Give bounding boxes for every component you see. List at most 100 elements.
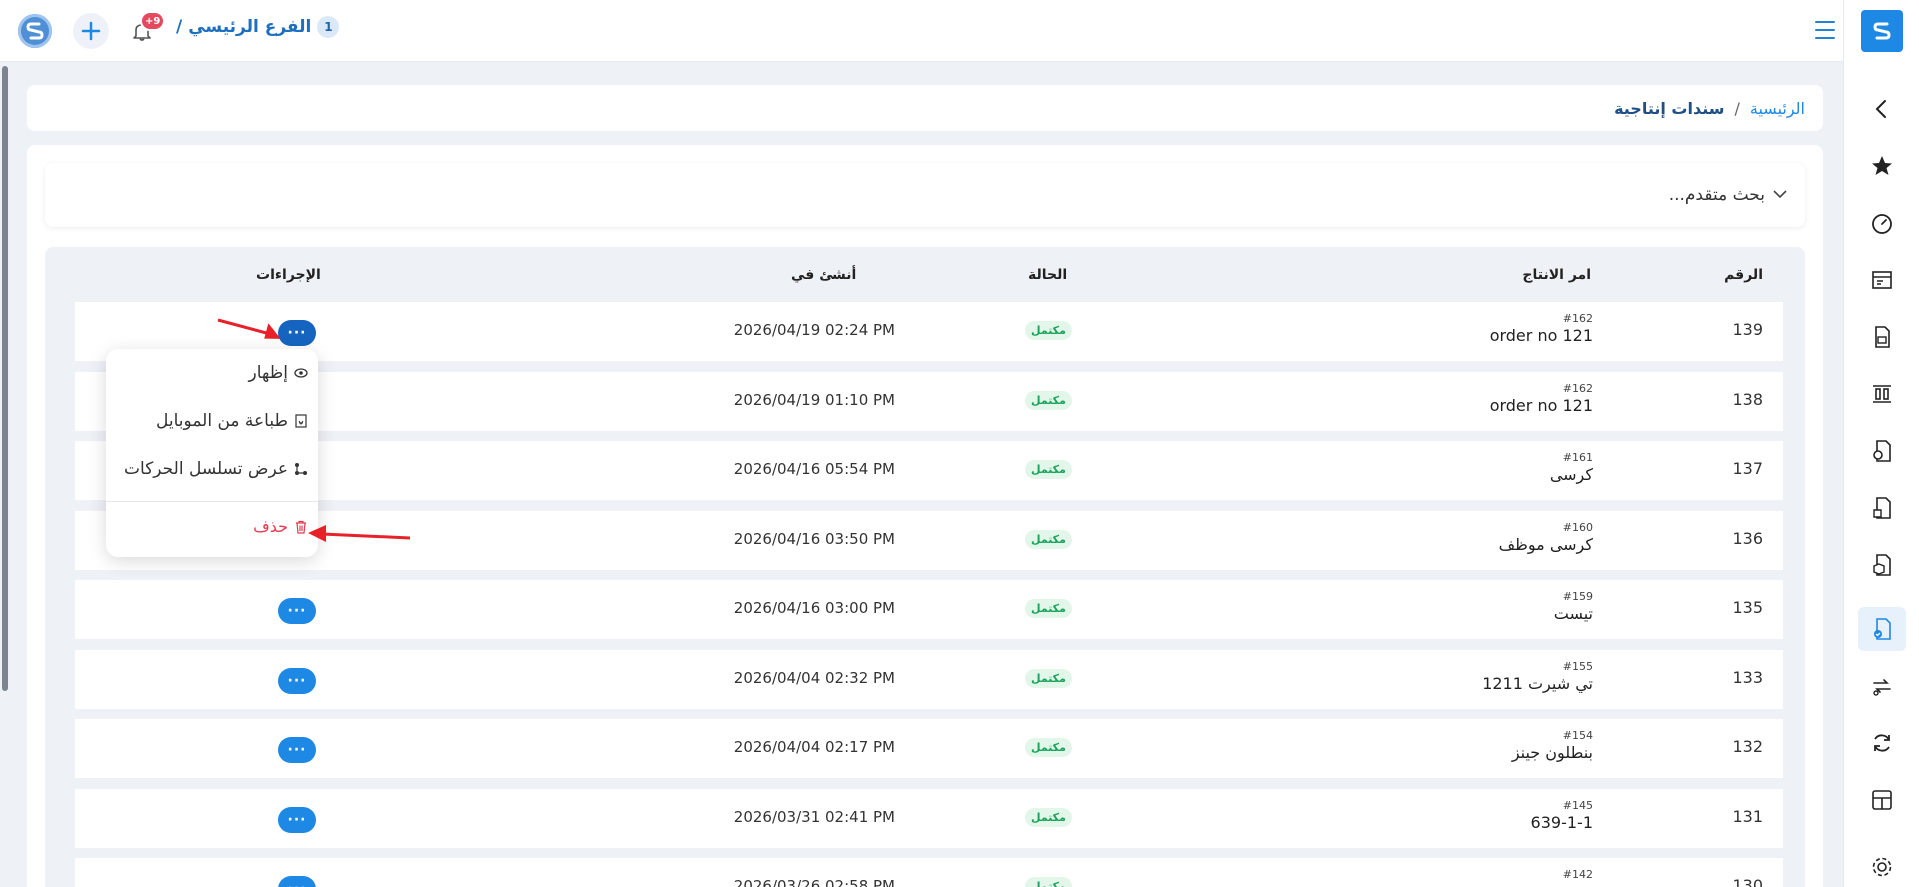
production-vouchers-icon[interactable] xyxy=(1858,607,1906,651)
table-row: 130 #142 مكتمل 2026/03/26 02:58 PM ··· xyxy=(75,858,1783,887)
advanced-search-toggle[interactable]: بحث متقدم... xyxy=(45,163,1805,227)
row-order[interactable]: #155 تي شيرت 1211 xyxy=(1482,660,1593,693)
menu-delete-label: حذف xyxy=(253,517,288,536)
menu-sequence-label: عرض تسلسل الحركات xyxy=(124,459,288,479)
row-created-date: 2026/03/26 02:58 PM xyxy=(733,877,895,887)
row-actions-button[interactable]: ··· xyxy=(278,876,316,887)
row-actions-button[interactable]: ··· xyxy=(278,806,316,833)
header-status: الحالة xyxy=(1028,267,1068,283)
row-created-date: 2026/04/16 05:54 PM xyxy=(733,460,895,478)
document-box-icon[interactable] xyxy=(1858,543,1906,587)
row-order-name: بنطلون جينز xyxy=(1511,743,1593,762)
branch-selector[interactable]: 1 الفرع الرئيسي / xyxy=(176,16,340,38)
row-id: 138 xyxy=(1732,389,1763,409)
table-row: 131 #145 639-1-1 مكتمل 2026/03/31 02:41 PM ··… xyxy=(75,788,1783,848)
page-scrollbar[interactable] xyxy=(2,66,8,691)
row-id: 137 xyxy=(1732,459,1763,478)
row-created-date: 2026/03/31 02:41 PM xyxy=(733,807,895,826)
status-badge: مكتمل xyxy=(1025,738,1072,757)
invoice-icon[interactable] xyxy=(1858,315,1906,359)
row-created-date: 2026/04/04 02:32 PM xyxy=(733,668,895,687)
row-order-name: order no 121 xyxy=(1489,395,1593,415)
rail-logo-icon[interactable] xyxy=(1861,10,1903,52)
status-badge: مكتمل xyxy=(1025,321,1072,340)
row-order-name: تي شيرت 1211 xyxy=(1482,673,1593,693)
layout-grid-icon[interactable] xyxy=(1858,778,1906,822)
header-order: امر الانتاج xyxy=(1522,267,1591,283)
row-actions-button[interactable]: ··· xyxy=(278,598,316,624)
settings-gear-icon[interactable] xyxy=(1858,845,1906,887)
row-id: 133 xyxy=(1732,667,1763,687)
dashboard-gauge-icon[interactable] xyxy=(1858,201,1906,245)
sidebar-rail xyxy=(1843,0,1919,887)
branch-name: الفرع الرئيسي xyxy=(188,17,312,37)
row-order-number: #154 xyxy=(1562,729,1593,742)
row-created-date: 2026/04/19 01:10 PM xyxy=(733,390,895,409)
status-badge: مكتمل xyxy=(1025,460,1072,479)
branch-separator: / xyxy=(176,17,183,37)
sync-icon[interactable] xyxy=(1858,721,1906,765)
row-order[interactable]: #160 كرسى موظف xyxy=(1499,521,1593,554)
status-badge: مكتمل xyxy=(1025,668,1072,688)
production-vouchers-table: الرقم امر الانتاج الحالة أنشئ في الإجراء… xyxy=(45,247,1805,887)
menu-divider xyxy=(106,501,318,502)
row-id: 139 xyxy=(1732,320,1763,339)
row-order-number: #155 xyxy=(1562,659,1593,673)
row-actions-button[interactable]: ··· xyxy=(278,667,316,694)
menu-sequence[interactable]: عرض تسلسل الحركات xyxy=(124,459,308,479)
add-button[interactable] xyxy=(73,13,109,49)
menu-show[interactable]: إظهار xyxy=(249,363,308,383)
flow-icon xyxy=(295,463,307,475)
row-order[interactable]: #142 xyxy=(1563,868,1593,882)
annotation-arrow-actions xyxy=(217,318,281,339)
row-order-number: #142 xyxy=(1562,868,1593,881)
row-created-date: 2026/04/19 02:24 PM xyxy=(733,321,895,339)
table-row: 139 #162 order no 121 مكتمل 2026/04/19 02:24… xyxy=(75,302,1783,361)
row-order[interactable]: #145 639-1-1 xyxy=(1531,799,1593,832)
transfer-icon[interactable] xyxy=(1858,664,1906,708)
header-actions: الإجراءات xyxy=(256,267,321,283)
collapse-chevron-icon[interactable] xyxy=(1858,87,1906,131)
header-created: أنشئ في xyxy=(791,267,857,283)
eye-icon xyxy=(294,368,308,378)
row-created-date: 2026/04/04 02:17 PM xyxy=(733,738,895,756)
menu-toggle-icon[interactable] xyxy=(1815,21,1835,39)
columns-icon[interactable] xyxy=(1858,372,1906,416)
favorites-star-icon[interactable] xyxy=(1858,144,1906,188)
row-id: 136 xyxy=(1732,528,1763,548)
header-id: الرقم xyxy=(1724,267,1763,283)
status-badge: مكتمل xyxy=(1025,877,1072,887)
row-order[interactable]: #162 order no 121 xyxy=(1490,382,1593,415)
row-actions-menu: إظهار طباعة من الموبايل عرض تسلسل الحركا… xyxy=(106,349,318,557)
row-order-number: #162 xyxy=(1562,312,1593,325)
breadcrumb-current: سندات إنتاجية xyxy=(1614,98,1725,118)
row-order[interactable]: #162 order no 121 xyxy=(1490,312,1593,345)
row-order-number: #159 xyxy=(1562,590,1593,603)
row-created-date: 2026/04/16 03:00 PM xyxy=(733,599,895,617)
table-row: 132 #154 بنطلون جينز مكتمل 2026/04/04 02:17 … xyxy=(75,719,1783,778)
document-icon[interactable] xyxy=(1858,486,1906,530)
document-money-icon[interactable] xyxy=(1858,429,1906,473)
row-id: 132 xyxy=(1732,737,1763,756)
row-order-number: #162 xyxy=(1562,381,1593,395)
annotation-arrow-delete xyxy=(308,525,411,542)
menu-show-label: إظهار xyxy=(248,363,288,383)
breadcrumb-home-link[interactable]: الرئيسية xyxy=(1750,99,1805,118)
table-row: 135 #159 تيست مكتمل 2026/04/16 03:00 PM ··· xyxy=(75,580,1783,639)
row-id: 135 xyxy=(1732,598,1763,617)
table-header: الرقم امر الانتاج الحالة أنشئ في الإجراء… xyxy=(45,267,1805,297)
notification-count-badge: +9 xyxy=(140,11,166,31)
app-logo-icon[interactable] xyxy=(18,14,52,48)
row-order[interactable]: #161 كرسى xyxy=(1550,451,1593,484)
row-order[interactable]: #154 بنطلون جينز xyxy=(1512,729,1593,762)
row-actions-button[interactable]: ··· xyxy=(278,737,316,763)
row-order[interactable]: #159 تيست xyxy=(1554,590,1593,623)
menu-print-mobile[interactable]: طباعة من الموبايل xyxy=(156,411,308,431)
store-icon[interactable] xyxy=(1858,258,1906,302)
chevron-down-icon xyxy=(1773,187,1787,203)
menu-print-mobile-label: طباعة من الموبايل xyxy=(156,411,288,431)
row-id: 130 xyxy=(1732,876,1763,887)
status-badge: مكتمل xyxy=(1025,529,1072,549)
row-order-name: كرسى xyxy=(1549,465,1593,484)
branch-number: 1 xyxy=(317,16,340,38)
